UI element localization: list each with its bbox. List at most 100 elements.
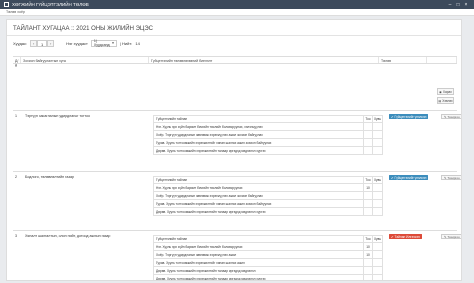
indicator-percent[interactable] xyxy=(373,259,382,266)
col-actions xyxy=(427,57,457,63)
col-status: Төлөв xyxy=(379,57,427,63)
indicator-text: Нэг. Хууль эрх зүйн баримт бичгийн төсли… xyxy=(154,123,364,130)
indicator-percent[interactable] xyxy=(373,184,382,191)
indicator-text: Гүйцэтгэлийн тайлан xyxy=(154,177,364,183)
row-num: 1 xyxy=(15,114,17,118)
indicator-text: Гурав. Хууль тогтоомжийн хэрэгжилтийг хя… xyxy=(154,259,364,266)
indicator-count[interactable] xyxy=(364,200,373,207)
chevron-down-icon: ▾ xyxy=(112,41,114,45)
main-panel: ТАЙЛАНТ ХУГАЦАА :: 2021 ОНЫ ЖИЛИЙН ЭЦЭС … xyxy=(6,19,462,281)
status-text: Гүйцэтгэлийг үнэлсэн xyxy=(394,114,427,119)
indicator-text: Хоёр. Тэргүүн удирдлагын зөвлөмж хэрэгжү… xyxy=(154,131,364,138)
settings-button[interactable]: ✎ Тохиргоо xyxy=(441,234,461,239)
indicator-row: Гүйцэтгэлийн тайлан Тоо Хувь xyxy=(153,235,383,243)
minimize-icon[interactable]: – xyxy=(446,2,454,8)
col-name[interactable]: Зохион байгуулалтын хуга xyxy=(21,57,149,63)
indicator-percent[interactable] xyxy=(373,267,382,274)
indicator-percent[interactable] xyxy=(373,200,382,207)
indicator-text: Хоёр. Тэргүүн удирдлагын зөвлөмж хэрэгжү… xyxy=(154,251,364,258)
row-num: 2 xyxy=(15,175,17,179)
indicator-count[interactable] xyxy=(364,131,373,138)
indicator-row: Гурав. Хууль тогтоомжийн хэрэгжилтийг хя… xyxy=(153,259,383,267)
indicator-percent[interactable] xyxy=(373,139,382,146)
per-page-label: Нэг хуудаст xyxy=(66,40,88,46)
indicator-table: Гүйцэтгэлийн тайлан Тоо Хувь Нэг. Хууль … xyxy=(153,235,383,280)
indicator-row: Нэг. Хууль эрх зүйн баримт бичгийн төсли… xyxy=(153,243,383,251)
table-row: 3 Хяналт шалгалтын, олон нийт, дотоод ажл… xyxy=(13,230,461,280)
indicator-row: Хоёр. Тэргүүн удирдлагын зөвлөмж хэрэгжү… xyxy=(153,251,383,259)
pager: ‹ 1 › xyxy=(30,39,55,47)
per-page-value: 1| Хуудсанд xyxy=(93,39,110,47)
indicator-percent[interactable] xyxy=(373,251,382,258)
report-grid: Д/д Зохион байгуулалтын хуга Гүйцэтгэлий… xyxy=(13,56,461,280)
indicator-text: Гүйцэтгэлийн тайлан xyxy=(154,236,364,242)
indicator-row: Гүйцэтгэлийн тайлан Тоо Хувь xyxy=(153,176,383,184)
close-icon[interactable]: × xyxy=(462,2,470,8)
total-value: 14 xyxy=(135,40,140,46)
indicator-text: Гурав. Хууль тогтоомжийн хэрэгжилтийг хя… xyxy=(154,139,364,146)
status-text: Тайлан Илгээсэн xyxy=(394,234,420,239)
table-row: 2 Бодлого, төлөвлөлтийн газар Гүйцэтгэлий… xyxy=(13,171,461,230)
indicator-percent: Хувь xyxy=(373,237,381,241)
row-num: 3 xyxy=(15,234,17,238)
indicator-row: Гүйцэтгэлийн тайлан Тоо Хувь xyxy=(153,115,383,123)
subbar: Төлөв хоёр xyxy=(0,9,474,16)
app-icon xyxy=(4,2,9,7)
indicator-row: Дөрөв. Хууль тогтоомжийн хэрэгжилтийн та… xyxy=(153,147,383,155)
per-page-select[interactable]: 1| Хуудсанд ▾ xyxy=(90,39,117,47)
indicator-count: Тоо xyxy=(364,177,373,183)
print-button[interactable]: ▤ Хэвлэх xyxy=(437,97,454,104)
filter-bar: Хуудас: ‹ 1 › Нэг хуудаст 1| Хуудсанд ▾ … xyxy=(7,36,461,50)
indicator-percent[interactable] xyxy=(373,243,382,250)
indicator-percent[interactable] xyxy=(373,131,382,138)
indicator-table: Гүйцэтгэлийн тайлан Тоо Хувь Нэг. Хууль … xyxy=(153,176,383,216)
indicator-text: Дөрөв. Хууль тогтоомжийн хэрэгжилтийн та… xyxy=(154,267,364,274)
settings-label: Тохиргоо xyxy=(447,114,460,119)
indicator-row: Гурав. Хууль тогтоомжийн хэрэгжилтийг хя… xyxy=(153,200,383,208)
indicator-count[interactable]: 10 xyxy=(364,243,373,250)
indicator-text: Гурав. Хууль тогтоомжийн хэрэгжилтийг хя… xyxy=(154,200,364,207)
indicator-text: Дөрөв. Хууль тогтоомжийн хэрэгжилтийн та… xyxy=(154,208,364,215)
settings-button[interactable]: ✎ Тохиргоо xyxy=(441,114,461,119)
indicator-count[interactable] xyxy=(364,139,373,146)
indicator-percent[interactable] xyxy=(373,147,382,154)
status-text: Гүйцэтгэлийг үнэлсэн xyxy=(394,175,427,180)
next-page-button[interactable]: › xyxy=(47,39,55,47)
status-badge: ✔ Тайлан Илгээсэн xyxy=(389,234,422,239)
indicator-count[interactable] xyxy=(364,267,373,274)
indicator-count: Тоо xyxy=(364,236,373,242)
indicator-percent[interactable] xyxy=(373,275,382,280)
indicator-text: Дөрөв. Хууль тогтоомжийн хэрэгжилтийн та… xyxy=(154,275,364,280)
row-name: Хяналт шалгалтын, олон нийт, дотоод ажлы… xyxy=(25,234,111,238)
row-name: Тэргүүн засаглалын удирдлагыг тогтоо xyxy=(25,114,90,118)
prev-page-button[interactable]: ‹ xyxy=(30,39,38,47)
indicator-text: Гүйцэтгэлийн тайлан xyxy=(154,116,364,122)
settings-button[interactable]: ✎ Тохиргоо xyxy=(441,175,461,180)
col-indicators: Гүйцэтгэлийн төлөвлөгөөний биелэлт xyxy=(149,57,379,63)
view-label: Харах xyxy=(442,89,452,94)
indicator-row: Дөрөв. Хууль тогтоомжийн хэрэгжилтийн та… xyxy=(153,267,383,275)
maximize-icon[interactable]: □ xyxy=(454,2,462,8)
indicator-count[interactable]: 10 xyxy=(364,251,373,258)
page-label: Хуудас: xyxy=(13,40,28,46)
indicator-count[interactable] xyxy=(364,123,373,130)
page-input[interactable]: 1 xyxy=(37,39,48,47)
indicator-percent[interactable] xyxy=(373,208,382,215)
indicator-percent[interactable] xyxy=(373,192,382,199)
indicator-count[interactable] xyxy=(364,259,373,266)
indicator-text: Нэг. Хууль эрх зүйн баримт бичгийн төсли… xyxy=(154,184,364,191)
window-titlebar: ХӨГЖИЙН ГҮЙЦЭТГЭЛИЙН ТӨЛӨВ – □ × xyxy=(0,0,474,9)
status-badge: ✔ Гүйцэтгэлийг үнэлсэн xyxy=(389,175,429,180)
indicator-text: Дөрөв. Хууль тогтоомжийн хэрэгжилтийн та… xyxy=(154,147,364,154)
view-button[interactable]: ◉ Харах xyxy=(437,88,454,95)
indicator-count[interactable] xyxy=(364,208,373,215)
indicator-row: Дөрөв. Хууль тогтоомжийн хэрэгжилтийн та… xyxy=(153,208,383,216)
indicator-percent[interactable] xyxy=(373,123,382,130)
indicator-text: Хоёр. Тэргүүн удирдлагын зөвлөмж хэрэгжү… xyxy=(154,192,364,199)
indicator-count[interactable] xyxy=(364,275,373,280)
indicator-row: Гурав. Хууль тогтоомжийн хэрэгжилтийг хя… xyxy=(153,139,383,147)
subbar-text: Төлөв хоёр xyxy=(6,10,25,14)
indicator-count[interactable] xyxy=(364,147,373,154)
indicator-count[interactable]: 10 xyxy=(364,184,373,191)
indicator-count[interactable] xyxy=(364,192,373,199)
